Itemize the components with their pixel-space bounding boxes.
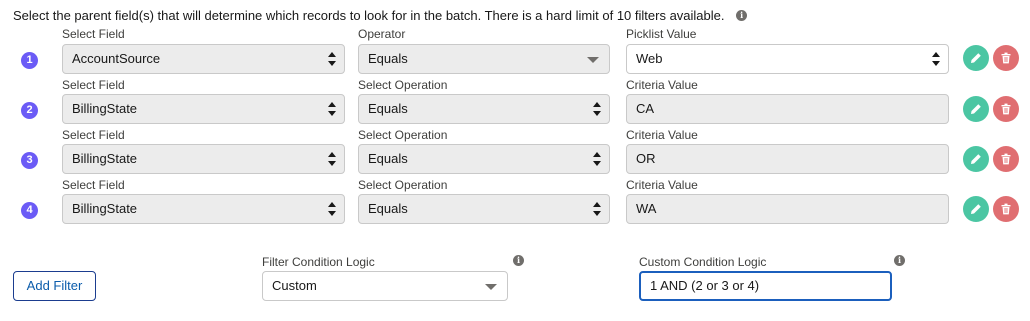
step-badge: 1 xyxy=(21,52,38,69)
operator-select[interactable]: Equals xyxy=(358,44,610,74)
operator-select-value: Equals xyxy=(368,151,408,166)
trash-icon xyxy=(1001,103,1011,115)
stepper-arrows-icon xyxy=(328,202,336,216)
step-badge: 2 xyxy=(21,102,38,119)
pencil-icon xyxy=(971,154,981,164)
operator-select-value: Equals xyxy=(368,101,408,116)
filter-row-4: 4 Select Field BillingState Select Opera… xyxy=(0,177,1030,227)
custom-logic-value: 1 AND (2 or 3 or 4) xyxy=(650,278,760,293)
pencil-icon xyxy=(971,204,981,214)
criteria-value-input[interactable]: CA xyxy=(626,94,949,124)
info-icon[interactable]: i xyxy=(894,255,905,266)
stepper-arrows-icon xyxy=(932,52,940,66)
criteria-value: WA xyxy=(636,201,657,216)
edit-filter-button[interactable] xyxy=(963,45,989,71)
trash-icon xyxy=(1001,153,1011,165)
value-label: Criteria Value xyxy=(626,78,698,92)
chevron-down-icon xyxy=(485,284,497,290)
info-icon[interactable]: i xyxy=(736,10,748,22)
criteria-value-input[interactable]: WA xyxy=(626,194,949,224)
criteria-value-input[interactable]: OR xyxy=(626,144,949,174)
criteria-value: CA xyxy=(636,101,655,116)
operator-select[interactable]: Equals xyxy=(358,94,610,124)
operator-label: Select Operation xyxy=(358,128,448,142)
picklist-value-select[interactable]: Web xyxy=(626,44,949,74)
custom-logic-label: Custom Condition Logic xyxy=(639,255,767,269)
value-label: Criteria Value xyxy=(626,128,698,142)
filter-logic-value: Custom xyxy=(272,278,317,293)
field-label: Select Field xyxy=(62,27,125,41)
operator-select-value: Equals xyxy=(368,51,408,66)
stepper-arrows-icon xyxy=(593,102,601,116)
trash-icon xyxy=(1001,52,1011,64)
field-select[interactable]: BillingState xyxy=(62,194,345,224)
stepper-arrows-icon xyxy=(328,152,336,166)
step-badge: 3 xyxy=(21,152,38,169)
field-select[interactable]: BillingState xyxy=(62,144,345,174)
custom-logic-input[interactable]: 1 AND (2 or 3 or 4) xyxy=(639,271,892,301)
operator-label: Operator xyxy=(358,27,406,41)
pencil-icon xyxy=(971,104,981,114)
stepper-arrows-icon xyxy=(328,102,336,116)
field-label: Select Field xyxy=(62,78,125,92)
field-select-value: AccountSource xyxy=(72,51,161,66)
criteria-value: OR xyxy=(636,151,656,166)
step-badge: 4 xyxy=(21,202,38,219)
value-label: Criteria Value xyxy=(626,178,698,192)
trash-icon xyxy=(1001,203,1011,215)
operator-select-value: Equals xyxy=(368,201,408,216)
instructions: Select the parent field(s) that will det… xyxy=(13,8,748,23)
picklist-value: Web xyxy=(636,51,663,66)
filter-row-2: 2 Select Field BillingState Select Opera… xyxy=(0,77,1030,127)
operator-label: Select Operation xyxy=(358,178,448,192)
filter-row-1: 1 Select Field AccountSource Operator Eq… xyxy=(0,26,1030,76)
field-label: Select Field xyxy=(62,178,125,192)
edit-filter-button[interactable] xyxy=(963,196,989,222)
filter-logic-label: Filter Condition Logic xyxy=(262,255,375,269)
operator-select[interactable]: Equals xyxy=(358,194,610,224)
field-select-value: BillingState xyxy=(72,151,138,166)
edit-filter-button[interactable] xyxy=(963,96,989,122)
delete-filter-button[interactable] xyxy=(993,146,1019,172)
value-label: Picklist Value xyxy=(626,27,697,41)
delete-filter-button[interactable] xyxy=(993,96,1019,122)
filter-logic-select[interactable]: Custom xyxy=(262,271,508,301)
instructions-text: Select the parent field(s) that will det… xyxy=(13,8,725,23)
stepper-arrows-icon xyxy=(328,52,336,66)
field-select-value: BillingState xyxy=(72,201,138,216)
add-filter-button[interactable]: Add Filter xyxy=(13,271,96,301)
stepper-arrows-icon xyxy=(593,152,601,166)
edit-filter-button[interactable] xyxy=(963,146,989,172)
info-icon[interactable]: i xyxy=(513,255,524,266)
filter-row-3: 3 Select Field BillingState Select Opera… xyxy=(0,127,1030,177)
field-select[interactable]: BillingState xyxy=(62,94,345,124)
field-select-value: BillingState xyxy=(72,101,138,116)
stepper-arrows-icon xyxy=(593,202,601,216)
delete-filter-button[interactable] xyxy=(993,196,1019,222)
pencil-icon xyxy=(971,53,981,63)
field-label: Select Field xyxy=(62,128,125,142)
field-select[interactable]: AccountSource xyxy=(62,44,345,74)
delete-filter-button[interactable] xyxy=(993,45,1019,71)
operator-select[interactable]: Equals xyxy=(358,144,610,174)
chevron-down-icon xyxy=(587,57,599,63)
operator-label: Select Operation xyxy=(358,78,448,92)
